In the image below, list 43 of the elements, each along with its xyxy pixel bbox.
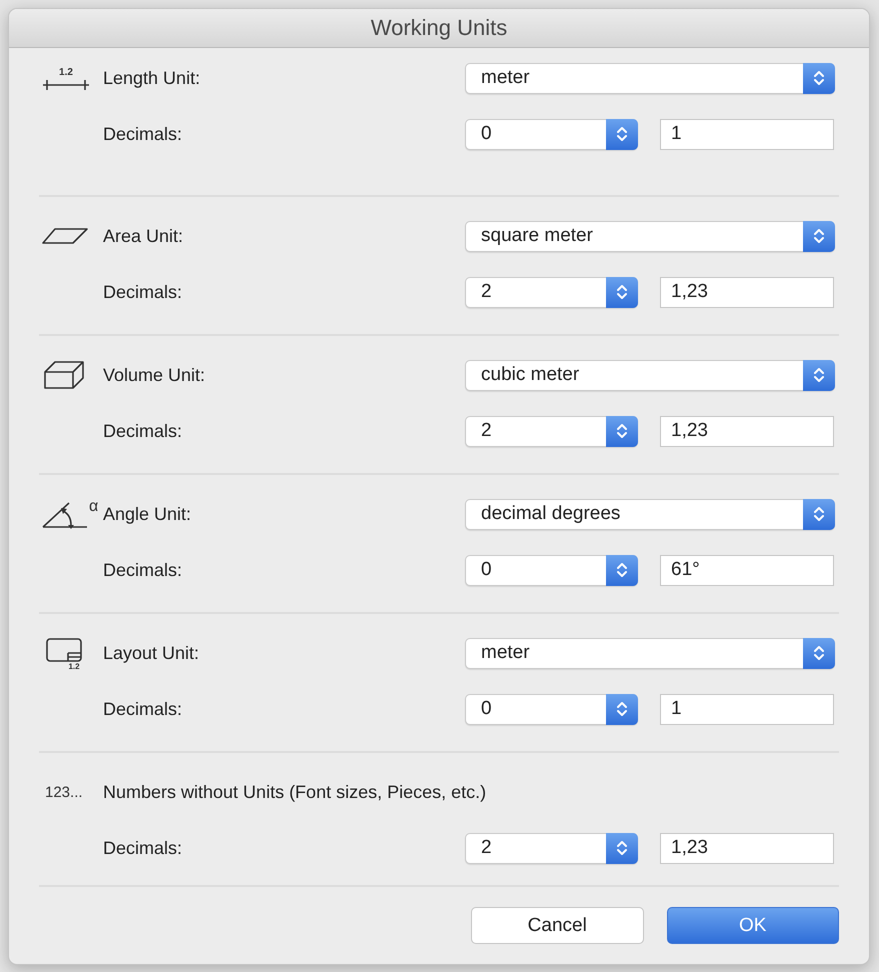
dropdown[interactable]: 0 <box>465 118 638 150</box>
sample-field[interactable]: 61° <box>660 554 834 586</box>
unit-label: Angle Unit: <box>103 504 192 524</box>
chevron-icon <box>606 832 638 864</box>
dropdown[interactable]: meter <box>465 62 835 94</box>
chevron-icon <box>803 638 835 668</box>
window-title: Working Units <box>370 15 508 41</box>
chevron-icon <box>803 220 835 252</box>
decimals-label: Decimals: <box>103 124 184 144</box>
decimals-label: Decimals: <box>103 698 184 720</box>
dropdown[interactable]: 2 <box>465 276 638 308</box>
dropdown[interactable]: 0 <box>465 694 638 724</box>
chevron-icon <box>606 118 638 150</box>
chevron-icon <box>606 554 638 586</box>
cancel-button[interactable]: Cancel <box>471 907 644 944</box>
dropdown[interactable]: 2 <box>465 832 638 864</box>
sample-field[interactable]: 1,23 <box>660 276 834 308</box>
chevron-icon <box>606 276 638 308</box>
chevron-icon <box>803 498 835 530</box>
chevron-icon <box>606 694 638 724</box>
dropdown[interactable]: 2 <box>465 416 638 446</box>
sample-field[interactable]: 1 <box>660 694 834 724</box>
chevron-icon <box>606 416 638 446</box>
sample-field[interactable]: 1 <box>660 118 834 150</box>
dropdown[interactable]: 0 <box>465 554 638 586</box>
decimals-label: Decimals: <box>103 838 184 858</box>
unit-label: Layout Unit: <box>103 642 200 664</box>
dropdown[interactable]: square meter <box>465 220 835 252</box>
decimals-label: Decimals: <box>103 282 184 302</box>
sample-field[interactable]: 1,23 <box>660 832 834 864</box>
decimals-label: Decimals: <box>103 560 184 580</box>
sample-field[interactable]: 1,23 <box>660 416 834 446</box>
decimals-label: Decimals: <box>103 420 184 442</box>
dropdown[interactable]: meter <box>465 638 835 668</box>
unit-label: Area Unit: <box>103 226 184 246</box>
dropdown[interactable]: cubic meter <box>465 360 835 390</box>
numbers-icon: 123... <box>41 784 83 800</box>
chevron-icon <box>803 62 835 94</box>
unit-label: Volume Unit: <box>103 364 206 386</box>
unit-label: Length Unit: <box>103 68 202 88</box>
dropdown[interactable]: decimal degrees <box>465 498 835 530</box>
chevron-icon <box>803 360 835 390</box>
unit-label: Numbers without Units (Font sizes, Pieces, etc.) <box>103 782 488 802</box>
